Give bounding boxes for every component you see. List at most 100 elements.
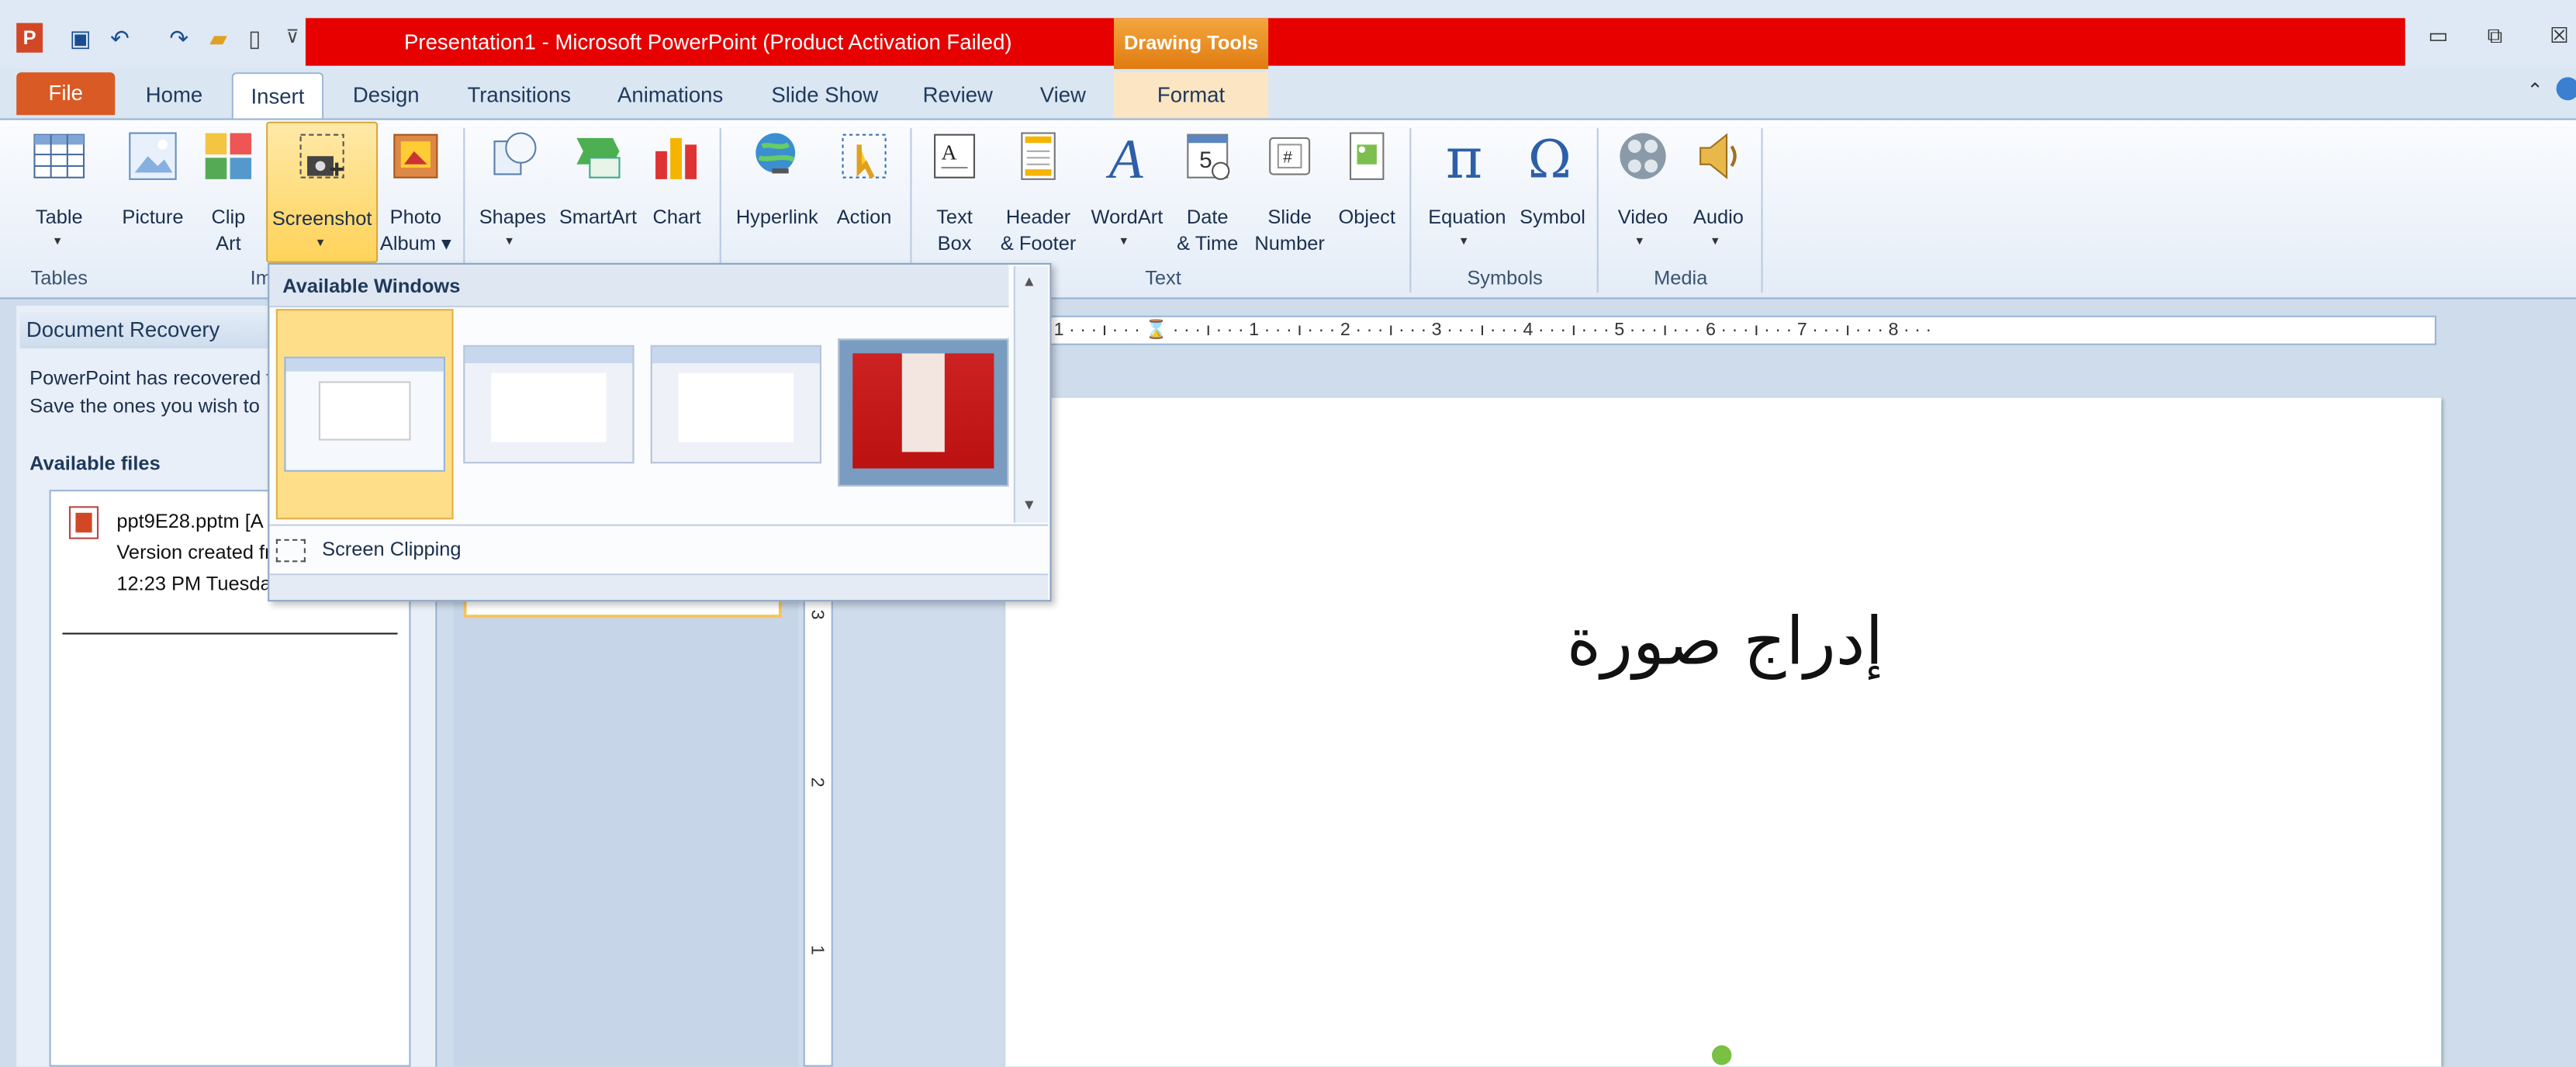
group-label-symbols: Symbols xyxy=(1467,266,1543,289)
open-folder-icon[interactable]: ▰ xyxy=(204,23,233,53)
photo-album-icon xyxy=(393,133,438,178)
undo-icon[interactable]: ↶ xyxy=(105,23,135,53)
save-icon[interactable]: ▣ xyxy=(66,23,95,53)
object-icon xyxy=(1349,132,1385,180)
equation-icon: π xyxy=(1446,128,1482,184)
chart-icon xyxy=(655,137,697,179)
pptm-file-icon xyxy=(68,506,99,539)
window-thumbnail[interactable] xyxy=(650,345,821,464)
symbol-button[interactable]: Ω Symbol xyxy=(1515,122,1590,263)
rotation-handle[interactable] xyxy=(1711,1045,1732,1065)
tab-design[interactable]: Design xyxy=(338,72,434,118)
redo-icon[interactable]: ↷ xyxy=(164,23,194,53)
restore-icon[interactable]: ⧉ xyxy=(2488,23,2503,50)
video-icon xyxy=(1620,133,1666,179)
text-box-button[interactable]: A Text Box xyxy=(923,122,985,263)
object-button[interactable]: Object xyxy=(1334,122,1400,263)
collapse-ribbon-icon[interactable]: ⌃ xyxy=(2526,79,2543,102)
svg-text:π: π xyxy=(1446,128,1482,184)
svg-text:5: 5 xyxy=(1199,147,1212,173)
tab-file[interactable]: File xyxy=(16,72,116,116)
tab-transitions[interactable]: Transitions xyxy=(450,72,588,118)
equation-button[interactable]: π Equation ▾ xyxy=(1419,122,1515,263)
video-button[interactable]: Video ▾ xyxy=(1606,122,1679,263)
tab-home[interactable]: Home xyxy=(131,72,216,118)
recovery-message: PowerPoint has recovered t Save the ones… xyxy=(29,366,271,417)
close-icon[interactable]: ☒ xyxy=(2550,23,2569,50)
hyperlink-icon xyxy=(756,133,796,174)
tab-animations[interactable]: Animations xyxy=(601,72,739,118)
action-button[interactable]: Action xyxy=(828,122,900,263)
ruler-number: 1 xyxy=(807,944,827,955)
header-footer-icon xyxy=(1021,132,1056,180)
screen-clipping-item[interactable]: Screen Clipping xyxy=(322,538,461,561)
wordart-label: WordArt xyxy=(1091,205,1164,229)
recovered-file-time: 12:23 PM Tuesda xyxy=(116,572,271,595)
slide-number-button[interactable]: # Slide Number xyxy=(1249,122,1331,263)
tab-slide-show[interactable]: Slide Show xyxy=(756,72,894,118)
wordart-icon: A xyxy=(1106,128,1144,184)
screenshot-label: Screenshot xyxy=(271,206,372,230)
customize-qat-icon[interactable]: ⊽ xyxy=(282,23,302,53)
table-button[interactable]: Table ▾ xyxy=(23,122,95,263)
picture-label: Picture xyxy=(122,205,184,229)
shapes-button[interactable]: Shapes ▾ xyxy=(473,122,552,263)
slide-title[interactable]: إدراج صورة xyxy=(1314,605,2135,719)
tab-insert[interactable]: Insert xyxy=(231,72,324,119)
contextual-tab-label: Drawing Tools xyxy=(1114,18,1269,69)
smartart-label: SmartArt xyxy=(558,205,638,229)
minimize-icon[interactable]: ▭ xyxy=(2428,23,2448,50)
clip-art-label: Clip Art xyxy=(211,205,246,255)
svg-text:#: # xyxy=(1283,149,1292,167)
window-title: Presentation1 - Microsoft PowerPoint (Pr… xyxy=(404,29,1012,54)
scroll-up-icon[interactable]: ▲ xyxy=(1022,273,1036,289)
hyperlink-button[interactable]: Hyperlink xyxy=(729,122,825,263)
shapes-icon xyxy=(493,132,537,175)
tab-format[interactable]: Format xyxy=(1114,72,1269,119)
group-label-media: Media xyxy=(1654,266,1708,289)
text-box-icon: A xyxy=(934,133,976,178)
action-label: Action xyxy=(836,205,892,229)
date-time-label: Date & Time xyxy=(1177,205,1239,255)
action-icon xyxy=(842,133,887,179)
smartart-button[interactable]: SmartArt xyxy=(555,122,641,263)
new-file-icon[interactable]: ▯ xyxy=(243,23,266,53)
svg-text:A: A xyxy=(1106,128,1144,184)
available-windows-header: Available Windows xyxy=(269,264,1009,308)
table-label: Table xyxy=(35,205,83,229)
symbol-icon: Ω xyxy=(1528,129,1572,184)
date-time-button[interactable]: 5 Date & Time xyxy=(1173,122,1242,263)
screenshot-button[interactable]: Screenshot ▾ xyxy=(266,121,379,263)
slide-canvas[interactable] xyxy=(1005,397,2442,1067)
audio-button[interactable]: Audio ▾ xyxy=(1682,122,1755,263)
group-separator xyxy=(1409,128,1412,293)
photo-album-button[interactable]: Photo Album ▾ xyxy=(378,122,453,263)
dropdown-resize-bar[interactable] xyxy=(269,573,1049,601)
slide-number-label: Slide Number xyxy=(1254,205,1325,255)
vertical-ruler[interactable] xyxy=(803,575,833,1067)
header-footer-button[interactable]: Header & Footer xyxy=(992,122,1084,263)
window-thumbnail[interactable] xyxy=(838,338,1009,487)
recovered-file-name[interactable]: ppt9E28.pptm [A xyxy=(116,510,263,533)
clip-art-button[interactable]: Clip Art xyxy=(197,122,259,263)
window-thumbnail[interactable] xyxy=(275,309,454,520)
svg-text:Ω: Ω xyxy=(1528,129,1572,184)
svg-text:A: A xyxy=(942,140,957,164)
horizontal-ruler[interactable]: · · 1 · · · ı · · · ⌛ · · · ı · · · 1 · … xyxy=(1029,315,2436,345)
picture-button[interactable]: Picture xyxy=(115,122,190,263)
scroll-down-icon[interactable]: ▼ xyxy=(1022,497,1036,513)
clip-art-icon xyxy=(205,133,252,179)
wordart-button[interactable]: A WordArt ▾ xyxy=(1084,122,1170,263)
shapes-label: Shapes xyxy=(479,205,546,229)
dropdown-scrollbar[interactable] xyxy=(1013,266,1049,523)
window-thumbnail[interactable] xyxy=(463,345,634,464)
chart-button[interactable]: Chart xyxy=(644,122,710,263)
tab-view[interactable]: View xyxy=(1018,72,1107,118)
slide-number-icon: # xyxy=(1269,137,1311,175)
file-divider xyxy=(62,632,398,635)
tab-review[interactable]: Review xyxy=(910,72,1005,118)
help-icon[interactable] xyxy=(2556,77,2576,101)
hyperlink-label: Hyperlink xyxy=(735,205,818,229)
powerpoint-icon[interactable]: P xyxy=(16,23,43,53)
equation-label: Equation xyxy=(1428,205,1506,229)
